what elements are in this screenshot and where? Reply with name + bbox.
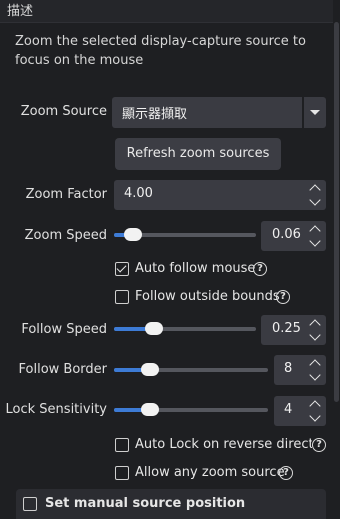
dropdown-arrow-button[interactable] [304,97,326,128]
zoom-speed-spinbox[interactable]: 0.06 [261,221,326,251]
zoom-speed-decrement[interactable] [307,235,323,250]
lock-sensitivity-label: Lock Sensitivity [5,402,107,417]
chevron-down-icon [309,194,321,206]
help-icon[interactable]: ? [276,290,290,304]
chevron-down-icon [309,235,321,247]
zoom-factor-label: Zoom Factor [25,187,107,202]
zoom-source-label: Zoom Source [20,104,107,119]
slider-handle[interactable] [145,322,163,335]
lock-sensitivity-value: 4 [284,402,293,417]
follow-speed-label: Follow Speed [21,322,107,337]
zoom-speed-label: Zoom Speed [24,228,107,243]
follow-outside-bounds-label[interactable]: Follow outside bounds [135,289,280,304]
follow-speed-increment[interactable] [307,317,323,331]
chevron-down-icon [309,410,321,422]
lock-sensitivity-spinbox[interactable]: 4 [274,396,326,426]
zoom-source-value-box[interactable]: 顯示器擷取 [112,97,302,128]
chevron-down-icon [309,369,321,381]
zoom-speed-value: 0.06 [272,227,301,242]
follow-speed-decrement[interactable] [307,329,323,344]
allow-any-zoom-source-checkbox[interactable] [115,466,129,480]
vertical-scrollbar[interactable] [333,0,340,519]
auto-lock-checkbox[interactable] [115,438,129,452]
help-icon[interactable]: ? [312,438,326,452]
follow-border-increment[interactable] [307,357,323,371]
follow-speed-spinbox[interactable]: 0.25 [261,315,326,345]
help-icon[interactable]: ? [253,262,267,276]
zoom-factor-spinbox[interactable]: 4.00 [114,180,326,210]
follow-border-slider[interactable] [114,363,268,376]
zoom-source-value: 顯示器擷取 [122,107,188,122]
slider-handle[interactable] [141,403,160,416]
zoom-factor-value: 4.00 [124,186,153,201]
follow-border-label: Follow Border [18,362,108,377]
manual-position-label[interactable]: Set manual source position [45,496,245,511]
manual-position-checkbox[interactable] [23,497,37,511]
follow-border-decrement[interactable] [307,369,323,384]
slider-handle[interactable] [141,363,160,376]
auto-follow-checkbox[interactable] [115,262,129,276]
scrollbar-thumb[interactable] [334,22,339,402]
lock-sensitivity-increment[interactable] [307,398,323,412]
section-header: 描述 [0,0,340,23]
auto-lock-label[interactable]: Auto Lock on reverse directio [135,437,312,452]
zoom-source-dropdown[interactable]: 顯示器擷取 [112,97,326,128]
follow-border-value: 8 [284,361,293,376]
section-title: 描述 [7,4,34,19]
chevron-down-icon [309,329,321,341]
follow-outside-bounds-checkbox[interactable] [115,290,129,304]
refresh-zoom-sources-button[interactable]: Refresh zoom sources [115,138,281,170]
zoom-factor-increment[interactable] [307,182,323,196]
zoom-speed-slider[interactable] [114,228,256,241]
auto-follow-label[interactable]: Auto follow mouse [135,261,255,276]
follow-speed-value: 0.25 [272,321,301,336]
zoom-speed-increment[interactable] [307,223,323,237]
follow-speed-slider[interactable] [114,322,256,335]
lock-sensitivity-slider[interactable] [114,403,268,416]
lock-sensitivity-decrement[interactable] [307,410,323,425]
slider-handle[interactable] [123,228,142,241]
zoom-factor-decrement[interactable] [307,194,323,209]
plugin-description: Zoom the selected display-capture source… [15,34,306,68]
allow-any-zoom-source-label[interactable]: Allow any zoom source [135,465,285,480]
help-icon[interactable]: ? [279,466,293,480]
follow-border-spinbox[interactable]: 8 [274,355,326,385]
manual-position-group: Set manual source position [16,489,326,519]
chevron-down-icon [310,110,320,115]
